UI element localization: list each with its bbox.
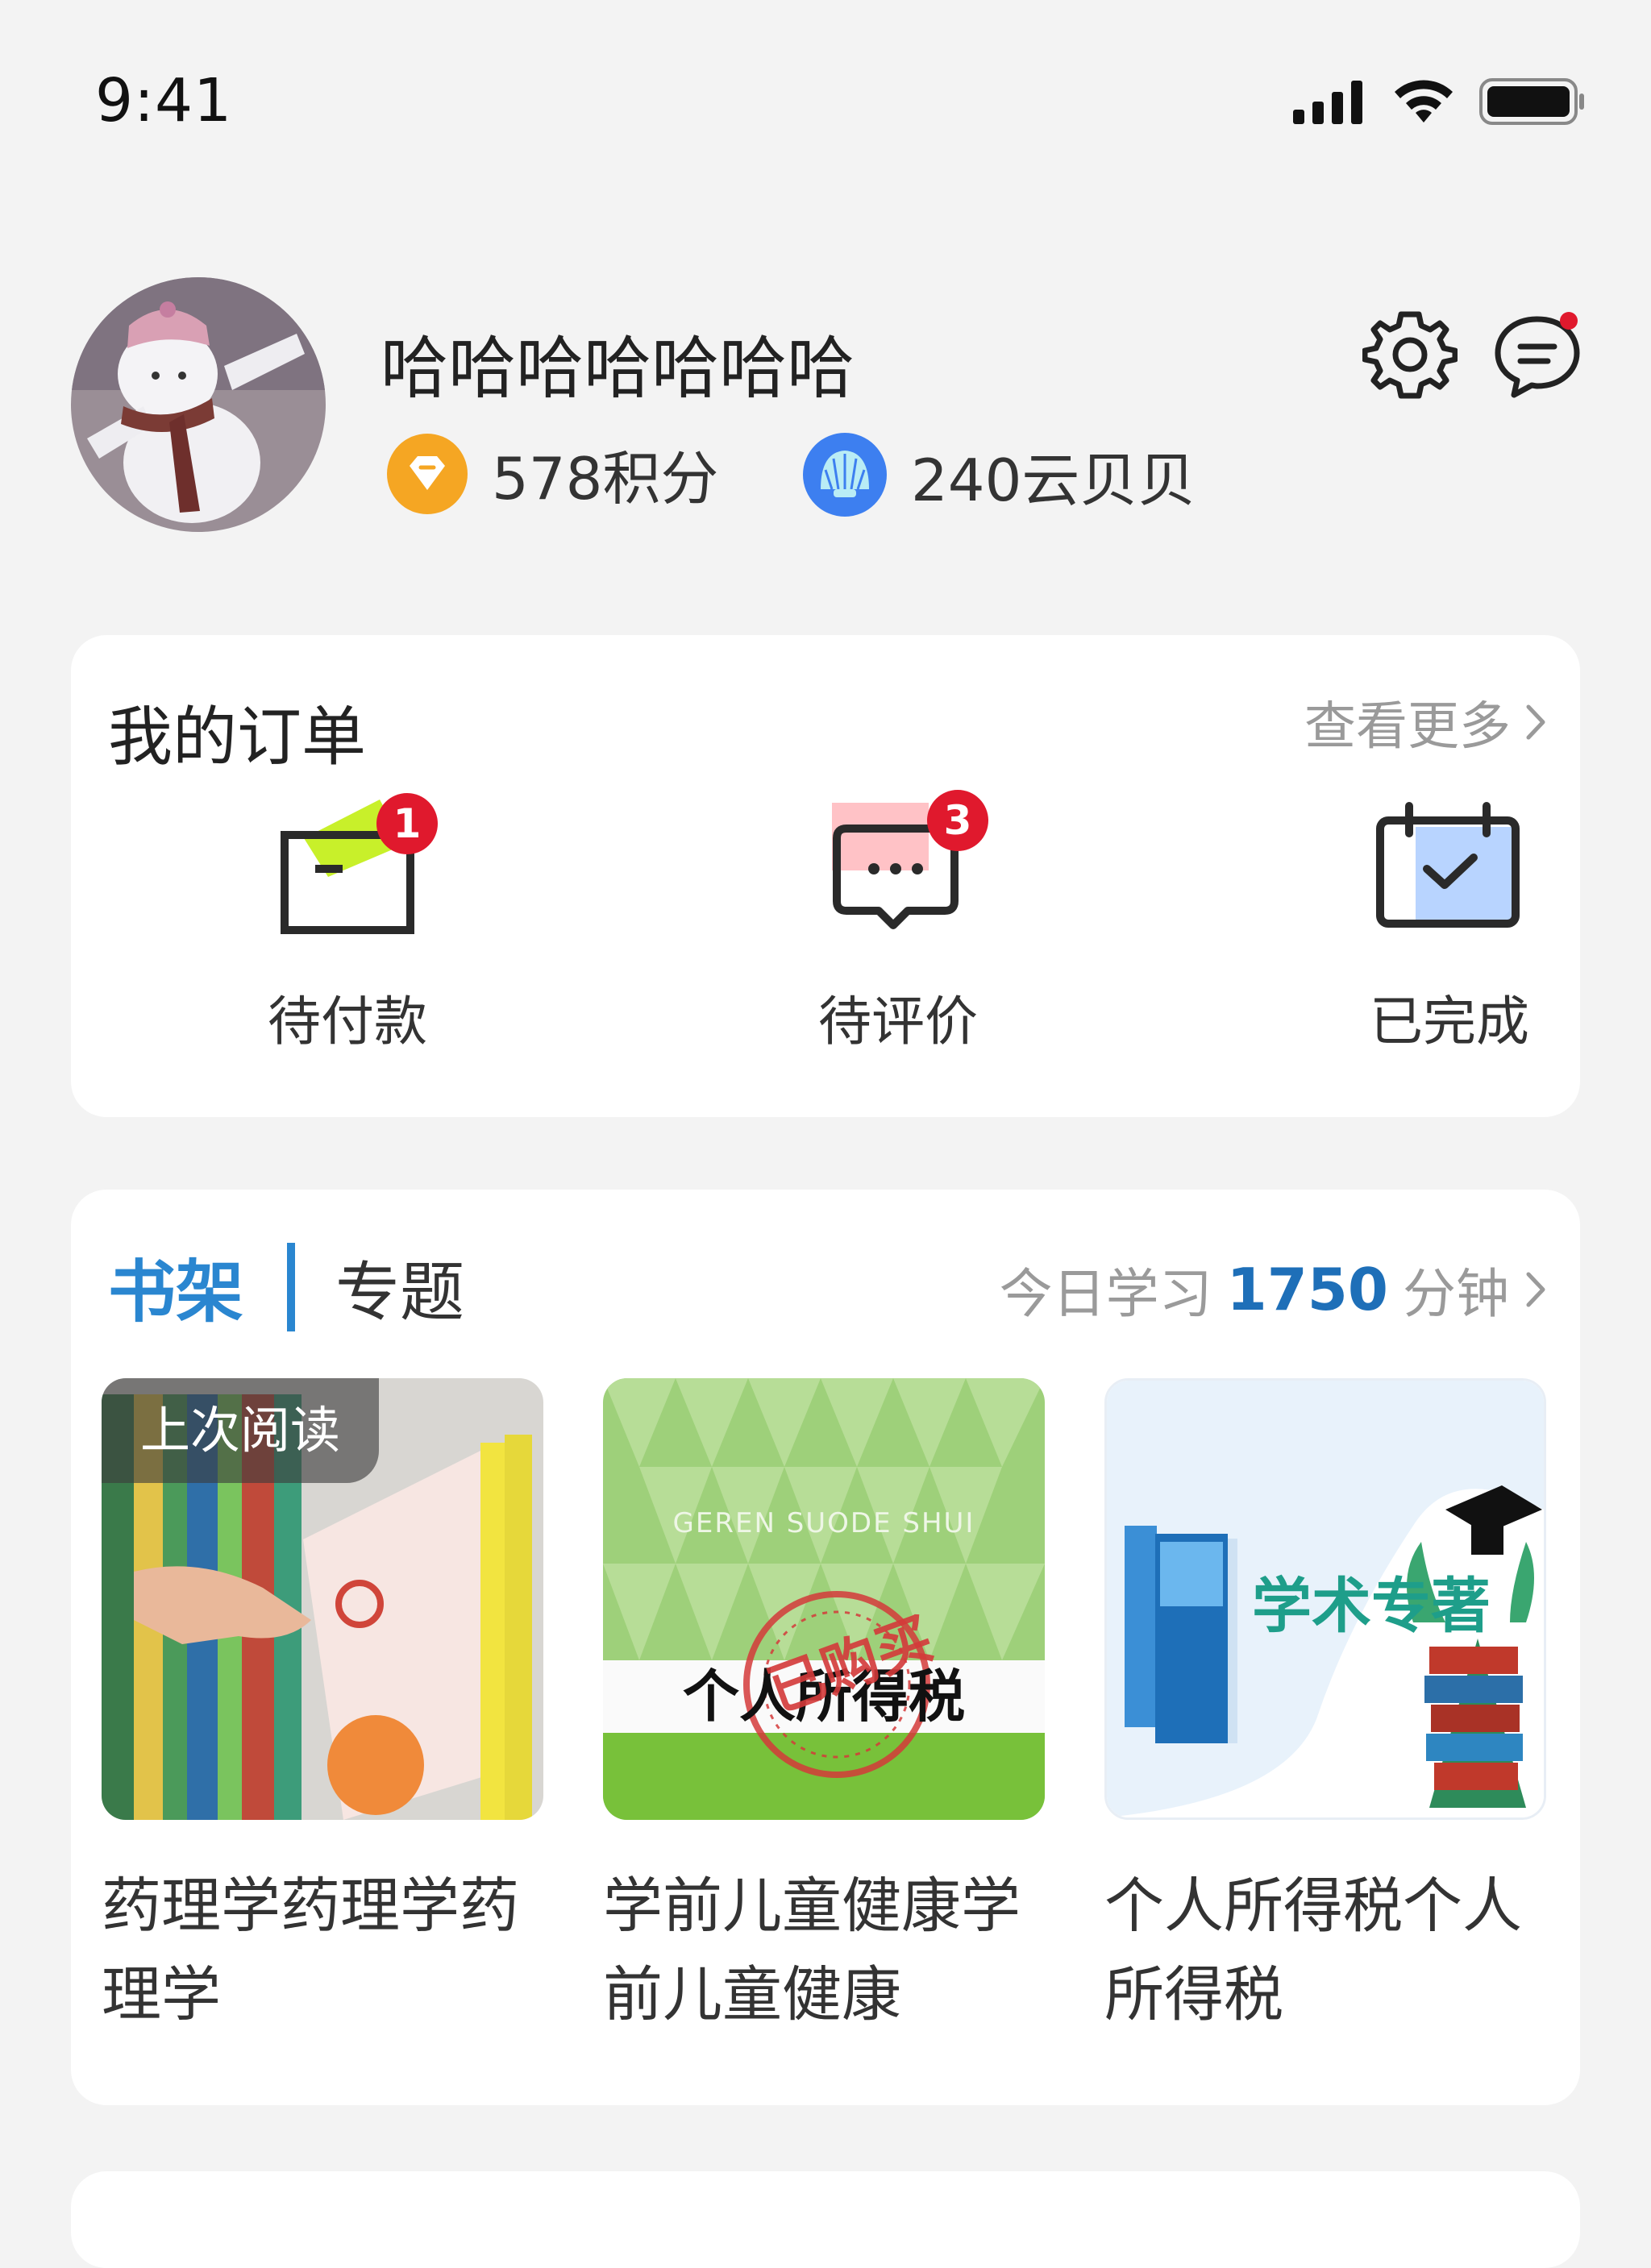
book-title: 个人所得税个人所得税 (1104, 1871, 1522, 2029)
tab-topics[interactable]: 专题 (335, 1240, 464, 1334)
profile-header: 哈哈哈哈哈哈哈 578积分 240云贝贝 (0, 266, 1651, 556)
book-item[interactable]: 学术专著 个人所得税个人所得税 (1104, 1378, 1546, 2039)
book-cover[interactable]: 学术专著 (1104, 1378, 1546, 1820)
study-prefix: 今日学习 (999, 1263, 1212, 1325)
points-value: 578积分 (492, 445, 719, 513)
pending-review-badge: 3 (927, 790, 988, 851)
tab-bookshelf[interactable]: 书架 (108, 1238, 243, 1335)
clock: 9:41 (95, 66, 233, 135)
orders-card: 我的订单 查看更多 1 待付款 3 待评价 已完成 (71, 635, 1580, 1117)
gear-icon (1362, 311, 1458, 399)
last-read-badge: 上次阅读 (102, 1378, 380, 1483)
study-suffix: 分钟 (1403, 1263, 1509, 1325)
order-label: 待评价 (818, 991, 978, 1053)
pending-payment-badge: 1 (376, 793, 438, 854)
battery-icon (1479, 78, 1584, 125)
book-item[interactable]: 上次阅读 药理学药理学药理学 (102, 1378, 543, 2039)
calendar-check-icon (1376, 802, 1520, 928)
chevron-right-icon (1526, 704, 1545, 740)
status-icons (1291, 77, 1587, 126)
order-label: 已完成 (1370, 991, 1529, 1053)
wifi-icon (1395, 80, 1453, 123)
book-title: 学前儿童健康学前儿童健康 (603, 1871, 1021, 2029)
messages-button[interactable] (1490, 308, 1585, 403)
shells-value: 240云贝贝 (911, 446, 1196, 514)
tab-divider (287, 1242, 296, 1331)
shelf-tabs: 书架 专题 (108, 1238, 464, 1335)
cover-title: 学术专著 (1252, 1572, 1491, 1641)
cover-subtitle: GEREN SUODE SHUI (672, 1507, 975, 1539)
orders-title: 我的订单 (108, 700, 366, 775)
bookshelf-card: 书架 专题 今日学习 1750 分钟 上次阅读 药理学药理学药理学 GEREN … (71, 1190, 1580, 2105)
username[interactable]: 哈哈哈哈哈哈哈 (381, 314, 855, 412)
order-label: 待付款 (268, 991, 427, 1053)
next-card-peek (71, 2171, 1580, 2268)
orders-more-link[interactable]: 查看更多 (1304, 685, 1548, 759)
status-bar: 9:41 (0, 0, 1651, 177)
study-time-link[interactable]: 今日学习 1750 分钟 (1000, 1251, 1548, 1328)
order-completed[interactable]: 已完成 (1304, 788, 1595, 1062)
settings-button[interactable] (1362, 306, 1458, 401)
chevron-right-icon (1526, 1272, 1545, 1307)
order-pending-review[interactable]: 3 待评价 (753, 788, 1043, 1062)
book-item[interactable]: GEREN SUODE SHUI 个人所得税 已购买 学前儿童健康学前儿童健康 (603, 1378, 1045, 2039)
book-cover[interactable]: GEREN SUODE SHUI 个人所得税 已购买 (603, 1378, 1045, 1820)
diamond-icon (387, 433, 468, 514)
study-minutes: 1750 (1226, 1256, 1388, 1323)
orders-more-label: 查看更多 (1304, 697, 1511, 757)
book-cover[interactable]: 上次阅读 (102, 1378, 543, 1820)
chat-icon (1495, 312, 1580, 398)
shell-icon (803, 433, 887, 517)
points-info[interactable]: 578积分 (385, 431, 718, 516)
cellular-signal-icon (1293, 81, 1362, 124)
book-title: 药理学药理学药理学 (102, 1871, 519, 2029)
shells-info[interactable]: 240云贝贝 (801, 431, 1196, 518)
avatar[interactable] (71, 277, 326, 532)
order-pending-payment[interactable]: 1 待付款 (202, 788, 493, 1062)
